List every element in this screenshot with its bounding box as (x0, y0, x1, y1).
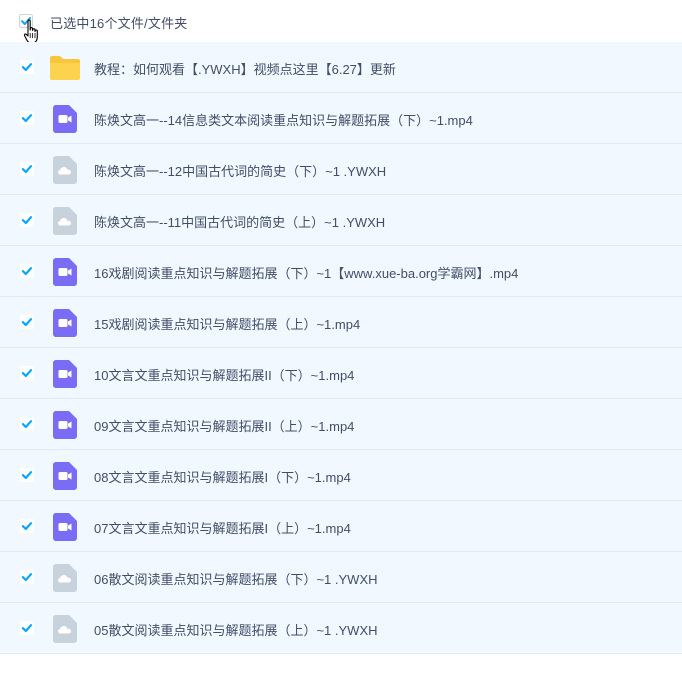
file-checkbox[interactable] (20, 213, 34, 227)
file-name[interactable]: 09文言文重点知识与解题拓展II（上）~1.mp4 (94, 416, 354, 435)
check-icon (20, 111, 34, 125)
file-name[interactable]: 08文言文重点知识与解题拓展I（下）~1.mp4 (94, 467, 351, 486)
file-row[interactable]: 陈焕文高一--14信息类文本阅读重点知识与解题拓展（下）~1.mp4 (0, 93, 682, 144)
file-checkbox[interactable] (20, 60, 34, 74)
check-icon (20, 417, 34, 431)
file-name[interactable]: 05散文阅读重点知识与解题拓展（上）~1 .YWXH (94, 620, 378, 639)
file-row[interactable]: 15戏剧阅读重点知识与解题拓展（上）~1.mp4 (0, 297, 682, 348)
file-name[interactable]: 教程：如何观看【.YWXH】视频点这里【6.27】更新 (94, 59, 396, 78)
check-icon (20, 468, 34, 482)
file-name[interactable]: 陈焕文高一--14信息类文本阅读重点知识与解题拓展（下）~1.mp4 (94, 110, 473, 129)
file-checkbox[interactable] (20, 111, 34, 125)
check-icon (20, 315, 34, 329)
file-checkbox[interactable] (20, 315, 34, 329)
video-icon (53, 462, 77, 490)
file-row[interactable]: 教程：如何观看【.YWXH】视频点这里【6.27】更新 (0, 42, 682, 93)
file-row[interactable]: 10文言文重点知识与解题拓展II（下）~1.mp4 (0, 348, 682, 399)
check-icon (20, 60, 34, 74)
file-checkbox[interactable] (20, 417, 34, 431)
video-icon (53, 411, 77, 439)
video-icon (53, 309, 77, 337)
file-name[interactable]: 10文言文重点知识与解题拓展II（下）~1.mp4 (94, 365, 354, 384)
video-icon (53, 513, 77, 541)
file-checkbox[interactable] (20, 519, 34, 533)
file-row[interactable]: 08文言文重点知识与解题拓展I（下）~1.mp4 (0, 450, 682, 501)
file-checkbox[interactable] (20, 366, 34, 380)
selection-header: 已选中16个文件/文件夹 (0, 0, 682, 42)
file-list: 教程：如何观看【.YWXH】视频点这里【6.27】更新陈焕文高一--14信息类文… (0, 42, 682, 654)
file-name[interactable]: 陈焕文高一--11中国古代词的简史（上）~1 .YWXH (94, 212, 385, 231)
check-icon (19, 14, 33, 28)
check-icon (20, 213, 34, 227)
file-name[interactable]: 06散文阅读重点知识与解题拓展（下）~1 .YWXH (94, 569, 378, 588)
file-checkbox[interactable] (20, 570, 34, 584)
file-name[interactable]: 16戏剧阅读重点知识与解题拓展（下）~1【www.xue-ba.org学霸网】.… (94, 263, 518, 282)
cloud-file-icon (53, 207, 77, 235)
video-icon (53, 360, 77, 388)
file-row[interactable]: 陈焕文高一--11中国古代词的简史（上）~1 .YWXH (0, 195, 682, 246)
video-icon (53, 105, 77, 133)
file-name[interactable]: 15戏剧阅读重点知识与解题拓展（上）~1.mp4 (94, 314, 360, 333)
file-browser: 已选中16个文件/文件夹 教程：如何观看【.YWXH】视频点这里【6.27】更新… (0, 0, 682, 674)
file-row[interactable]: 05散文阅读重点知识与解题拓展（上）~1 .YWXH (0, 603, 682, 654)
cloud-file-icon (53, 564, 77, 592)
file-name[interactable]: 陈焕文高一--12中国古代词的简史（下）~1 .YWXH (94, 161, 386, 180)
folder-icon (50, 56, 80, 80)
file-name[interactable]: 07文言文重点知识与解题拓展I（上）~1.mp4 (94, 518, 351, 537)
select-all-checkbox[interactable] (19, 14, 33, 28)
check-icon (20, 621, 34, 635)
cloud-file-icon (53, 615, 77, 643)
cloud-file-icon (53, 156, 77, 184)
file-row[interactable]: 09文言文重点知识与解题拓展II（上）~1.mp4 (0, 399, 682, 450)
check-icon (20, 366, 34, 380)
file-row[interactable]: 06散文阅读重点知识与解题拓展（下）~1 .YWXH (0, 552, 682, 603)
check-icon (20, 519, 34, 533)
check-icon (20, 264, 34, 278)
file-row[interactable]: 16戏剧阅读重点知识与解题拓展（下）~1【www.xue-ba.org学霸网】.… (0, 246, 682, 297)
file-checkbox[interactable] (20, 162, 34, 176)
selection-count-label: 已选中16个文件/文件夹 (50, 16, 188, 31)
file-row[interactable]: 陈焕文高一--12中国古代词的简史（下）~1 .YWXH (0, 144, 682, 195)
file-row[interactable]: 07文言文重点知识与解题拓展I（上）~1.mp4 (0, 501, 682, 552)
video-icon (53, 258, 77, 286)
check-icon (20, 570, 34, 584)
file-checkbox[interactable] (20, 468, 34, 482)
check-icon (20, 162, 34, 176)
file-checkbox[interactable] (20, 621, 34, 635)
file-checkbox[interactable] (20, 264, 34, 278)
